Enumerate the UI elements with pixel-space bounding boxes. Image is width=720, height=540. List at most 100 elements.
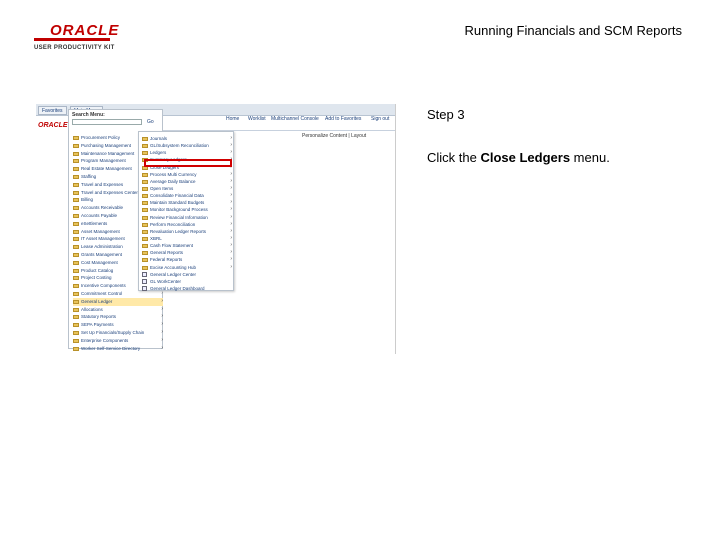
submenu-item-label: Maintain Standard Budgets bbox=[150, 200, 205, 206]
menu-item-label: Grants Management bbox=[81, 251, 123, 257]
folder-icon bbox=[73, 159, 79, 164]
step-instruction: Click the Close Ledgers menu. bbox=[427, 150, 610, 165]
submenu-item[interactable]: Excise Accounting Hub › bbox=[142, 264, 232, 271]
submenu-item[interactable]: Maintain Standard Budgets › bbox=[142, 199, 232, 206]
submenu-item[interactable]: General Ledger Dashboard bbox=[142, 285, 232, 292]
submenu-item-label: XBRL bbox=[150, 235, 162, 241]
folder-icon bbox=[73, 221, 79, 226]
menu-item[interactable]: Statutory Reports › bbox=[73, 313, 163, 321]
nav-home[interactable]: Home bbox=[226, 116, 239, 122]
folder-icon bbox=[73, 323, 79, 328]
folder-icon bbox=[73, 291, 79, 296]
menu-item-label: Real Estate Management bbox=[81, 166, 132, 172]
folder-icon bbox=[142, 186, 148, 191]
chevron-right-icon: › bbox=[161, 328, 163, 335]
submenu-item[interactable]: Review Financial Information › bbox=[142, 214, 232, 221]
menu-item-label: Maintenance Management bbox=[81, 150, 135, 156]
menu-item-label: Purchasing Management bbox=[81, 142, 132, 148]
submenu-item[interactable]: GL WorkCenter bbox=[142, 278, 232, 285]
nav-add-favorites[interactable]: Add to Favorites bbox=[325, 116, 361, 122]
logo-upk-text: USER PRODUCTIVITY KIT bbox=[34, 45, 115, 51]
submenu-item-label: General Ledger Dashboard bbox=[150, 285, 205, 291]
folder-icon bbox=[142, 229, 148, 234]
submenu-item[interactable]: Journals › bbox=[142, 135, 232, 142]
submenu-item[interactable]: XBRL › bbox=[142, 235, 232, 242]
menu-item-label: Statutory Reports bbox=[81, 314, 117, 320]
chevron-right-icon: › bbox=[161, 313, 163, 320]
folder-icon bbox=[73, 284, 79, 289]
submenu-item-label: Excise Accounting Hub bbox=[150, 264, 197, 270]
submenu-item[interactable]: Perform Reconciliation › bbox=[142, 221, 232, 228]
submenu-item-label: Average Daily Balance bbox=[150, 178, 196, 184]
menu-item-label: Product Catalog bbox=[81, 267, 114, 273]
chevron-right-icon: › bbox=[161, 305, 163, 312]
folder-icon bbox=[73, 151, 79, 156]
chevron-right-icon: › bbox=[161, 344, 163, 351]
nav-worklist[interactable]: Worklist bbox=[248, 116, 266, 122]
menu-item[interactable]: Set Up Financials/Supply Chain › bbox=[73, 329, 163, 337]
application-screenshot: Favorites Main Menu ORACLE Home Worklist… bbox=[36, 104, 396, 354]
folder-icon bbox=[142, 179, 148, 184]
menu-item-label: Procurement Policy bbox=[81, 135, 121, 140]
nav-sign-out[interactable]: Sign out bbox=[371, 116, 389, 122]
submenu-item[interactable]: Revaluation Ledger Reports › bbox=[142, 228, 232, 235]
menu-item-label: Billing bbox=[81, 197, 94, 203]
submenu-item[interactable]: Cash Flow Statement › bbox=[142, 242, 232, 249]
submenu-item[interactable]: Average Daily Balance › bbox=[142, 178, 232, 185]
folder-icon bbox=[73, 338, 79, 343]
submenu-item-label: Review Financial Information bbox=[150, 214, 208, 220]
submenu-item[interactable]: Monitor Background Process › bbox=[142, 206, 232, 213]
submenu-item[interactable]: General Ledger Center bbox=[142, 271, 232, 278]
folder-icon bbox=[142, 236, 148, 241]
nav-multichannel[interactable]: Multichannel Console bbox=[271, 116, 319, 122]
menu-item-label: Asset Management bbox=[81, 228, 120, 234]
menu-item-label: SEPA Payments bbox=[81, 322, 114, 328]
folder-icon bbox=[73, 206, 79, 211]
menu-item[interactable]: SEPA Payments › bbox=[73, 321, 163, 329]
menu-item-label: IT Asset Management bbox=[81, 236, 125, 242]
folder-icon bbox=[142, 194, 148, 199]
folder-icon bbox=[142, 258, 148, 263]
submenu-item-label: Process Multi Currency bbox=[150, 171, 197, 177]
page-icon bbox=[142, 278, 147, 284]
folder-icon bbox=[73, 182, 79, 187]
submenu-item-label: General Reports bbox=[150, 250, 184, 256]
submenu-item-label: Ledgers bbox=[150, 150, 167, 156]
submenu-item[interactable]: Open Items › bbox=[142, 185, 232, 192]
general-ledger-submenu: Journals › GL/Subsystem Reconciliation › Led… bbox=[138, 131, 234, 291]
submenu-item[interactable]: General Reports › bbox=[142, 249, 232, 256]
folder-icon bbox=[142, 244, 148, 249]
menu-item[interactable]: Enterprise Components › bbox=[73, 337, 163, 345]
submenu-item[interactable]: Ledgers › bbox=[142, 149, 232, 156]
submenu-item[interactable]: Process Multi Currency › bbox=[142, 171, 232, 178]
folder-icon bbox=[142, 251, 148, 256]
chevron-right-icon: › bbox=[230, 177, 232, 184]
menu-item[interactable]: Allocations › bbox=[73, 306, 163, 314]
folder-icon bbox=[73, 260, 79, 265]
submenu-item[interactable]: Federal Reports › bbox=[142, 256, 232, 263]
step-number: Step 3 bbox=[427, 107, 465, 122]
chevron-right-icon: › bbox=[230, 249, 232, 256]
chevron-right-icon: › bbox=[230, 142, 232, 149]
menu-item-label: Lease Administration bbox=[81, 244, 123, 250]
submenu-item-label: Consolidate Financial Data bbox=[150, 193, 204, 199]
folder-icon bbox=[73, 307, 79, 312]
personalize-link[interactable]: Personalize Content | Layout bbox=[302, 133, 366, 139]
search-go-button[interactable]: Go bbox=[147, 119, 154, 125]
menu-item-label: Travel and Expenses bbox=[81, 181, 124, 187]
submenu-item[interactable]: Consolidate Financial Data › bbox=[142, 192, 232, 199]
menu-item-label: Program Management bbox=[81, 158, 126, 164]
instruction-suffix: menu. bbox=[570, 150, 610, 165]
menu-item[interactable]: Worker Self-Service Directory › bbox=[73, 345, 163, 353]
folder-icon bbox=[142, 144, 148, 149]
submenu-item-label: Monitor Background Process bbox=[150, 207, 208, 213]
tab-favorites[interactable]: Favorites bbox=[38, 106, 67, 115]
folder-icon bbox=[142, 222, 148, 227]
submenu-item-label: General Ledger Center bbox=[150, 271, 197, 277]
chevron-right-icon: › bbox=[230, 213, 232, 220]
oracle-upk-logo: ORACLE USER PRODUCTIVITY KIT bbox=[34, 23, 134, 51]
search-menu-input[interactable] bbox=[72, 119, 142, 125]
folder-icon bbox=[73, 268, 79, 273]
menu-item[interactable]: General Ledger › bbox=[73, 297, 163, 306]
submenu-item[interactable]: GL/Subsystem Reconciliation › bbox=[142, 142, 232, 149]
